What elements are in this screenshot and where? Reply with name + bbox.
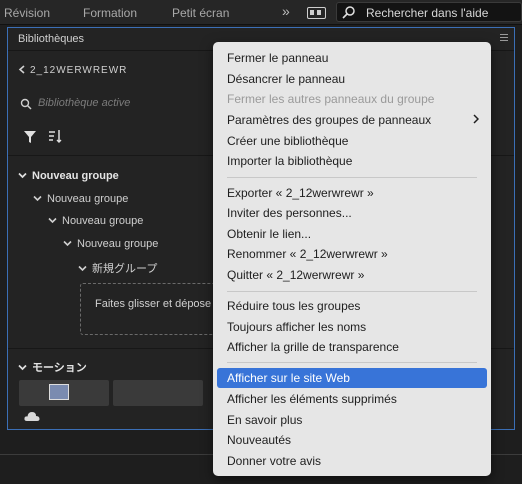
workspace-bar: Révision Formation Petit écran » Recherc… (0, 0, 522, 25)
tree-group[interactable]: Nouveau groupe (48, 215, 143, 227)
menu-separator (227, 177, 477, 178)
menu-item-undock-panel[interactable]: Désancrer le panneau (227, 72, 345, 86)
more-workspaces-icon[interactable]: » (282, 3, 290, 19)
tree-group-label: 新規グループ (92, 263, 158, 275)
menu-item-learn-more[interactable]: En savoir plus (227, 413, 302, 427)
chevron-down-icon[interactable] (48, 216, 57, 225)
help-search-input[interactable]: Rechercher dans l'aide (336, 2, 522, 22)
menu-item-leave[interactable]: Quitter « 2_12werwrewr » (227, 268, 364, 282)
panel-title: Bibliothèques (18, 33, 85, 45)
chevron-down-icon[interactable] (18, 171, 27, 180)
workspace-icon[interactable] (307, 7, 326, 19)
menu-item-show-deleted[interactable]: Afficher les éléments supprimés (227, 392, 397, 406)
library-search-input[interactable]: Bibliothèque active (20, 97, 131, 110)
menu-separator (227, 362, 477, 363)
menu-item-close-panel[interactable]: Fermer le panneau (227, 51, 328, 65)
chevron-right-icon (473, 114, 479, 124)
thumbnail-image (49, 384, 69, 400)
drop-zone[interactable]: Faites glisser et dépose (80, 283, 230, 335)
tree-group[interactable]: Nouveau groupe (33, 193, 128, 205)
menu-item-close-other-panels: Fermer les autres panneaux du groupe (227, 92, 435, 106)
tree-group[interactable]: モーション (18, 359, 87, 375)
tree-group[interactable]: 新規グループ (78, 260, 157, 276)
asset-thumbnail[interactable] (113, 380, 203, 406)
chevron-down-icon[interactable] (18, 363, 27, 372)
menu-item-show-transparency-grid[interactable]: Afficher la grille de transparence (227, 340, 399, 354)
menu-item-rename[interactable]: Renommer « 2_12werwrewr » (227, 247, 388, 261)
menu-item-give-feedback[interactable]: Donner votre avis (227, 454, 321, 468)
menu-item-invite[interactable]: Inviter des personnes... (227, 206, 352, 220)
menu-item-view-on-web[interactable]: Afficher sur le site Web (227, 371, 350, 385)
menu-item-create-library[interactable]: Créer une bibliothèque (227, 134, 348, 148)
chevron-down-icon[interactable] (33, 194, 42, 203)
library-name: 2_12WERWREWR (30, 65, 128, 76)
menu-item-whats-new[interactable]: Nouveautés (227, 433, 291, 447)
breadcrumb[interactable]: 2_12WERWREWR (18, 65, 127, 76)
chevron-down-icon[interactable] (78, 264, 87, 273)
library-search-placeholder: Bibliothèque active (38, 97, 131, 109)
menu-separator (227, 291, 477, 292)
search-icon (20, 98, 32, 110)
sort-icon[interactable] (48, 129, 62, 143)
tree-group-label: Nouveau groupe (32, 170, 119, 182)
menu-item-collapse-groups[interactable]: Réduire tous les groupes (227, 299, 360, 313)
divider (0, 24, 522, 25)
panel-menu-icon[interactable] (500, 34, 508, 43)
tree-group-label: モーション (32, 362, 87, 374)
menu-item-export[interactable]: Exporter « 2_12werwrewr » (227, 186, 374, 200)
tree-group-label: Nouveau groupe (77, 238, 159, 250)
panel-context-menu: Fermer le panneau Désancrer le panneau F… (213, 42, 491, 476)
menu-item-import-library[interactable]: Importer la bibliothèque (227, 154, 352, 168)
asset-thumbnail[interactable] (19, 380, 109, 406)
search-icon (342, 6, 355, 19)
menu-item-panel-group-settings[interactable]: Paramètres des groupes de panneaux (227, 113, 431, 127)
chevron-down-icon[interactable] (63, 239, 72, 248)
help-search-placeholder: Rechercher dans l'aide (366, 6, 489, 20)
tab-revision[interactable]: Révision (4, 6, 50, 20)
tab-formation[interactable]: Formation (83, 6, 137, 20)
tab-petit-ecran[interactable]: Petit écran (172, 6, 229, 20)
tree-group-label: Nouveau groupe (62, 215, 144, 227)
menu-item-always-show-names[interactable]: Toujours afficher les noms (227, 320, 366, 334)
menu-item-get-link[interactable]: Obtenir le lien... (227, 227, 311, 241)
drop-zone-text: Faites glisser et dépose (95, 298, 212, 310)
tree-group[interactable]: Nouveau groupe (18, 170, 119, 182)
chevron-left-icon[interactable] (18, 65, 26, 74)
filter-icon[interactable] (24, 131, 36, 143)
tree-group-label: Nouveau groupe (47, 193, 129, 205)
tree-group[interactable]: Nouveau groupe (63, 238, 158, 250)
cloud-icon[interactable] (24, 411, 40, 422)
